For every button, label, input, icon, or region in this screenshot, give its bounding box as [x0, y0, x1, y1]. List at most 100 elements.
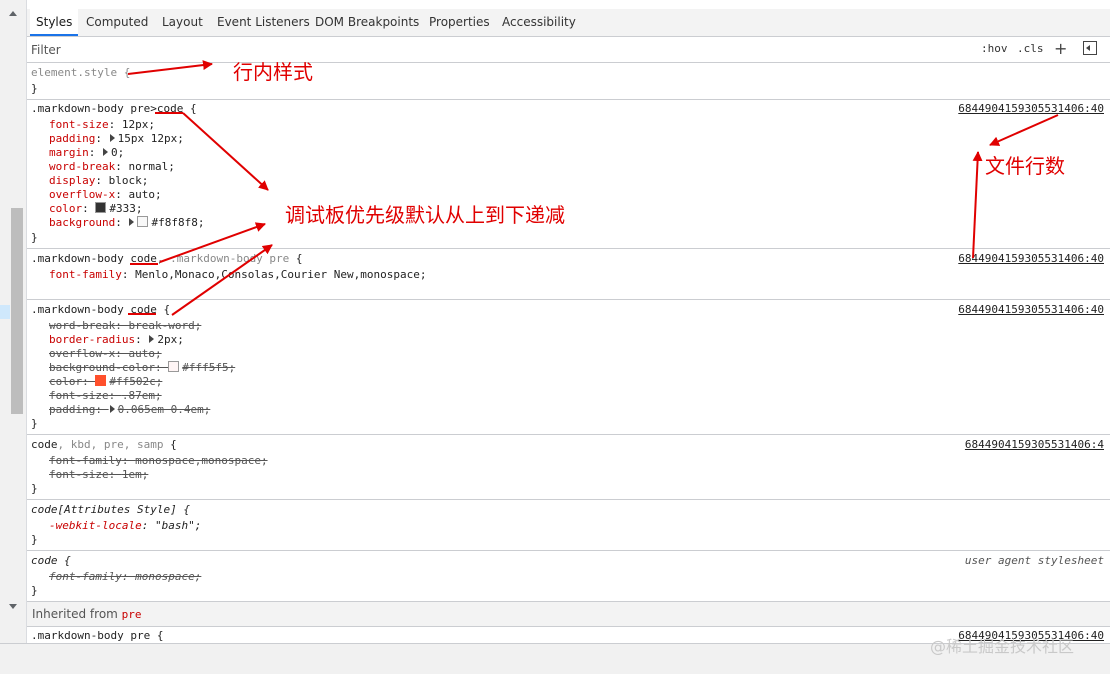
css-property[interactable]: background: #f8f8f8;	[49, 216, 204, 229]
property-value: 15px 12px;	[117, 132, 184, 145]
inherited-from-header: Inherited from pre	[27, 602, 1110, 627]
css-property[interactable]: display: block;	[49, 174, 148, 187]
css-property[interactable]: font-family: Menlo,Monaco,Consolas,Couri…	[49, 268, 427, 281]
rule-markdown-code: .markdown-body code { 684490415930553140…	[27, 300, 1110, 435]
element-style-selector[interactable]: element.style {	[31, 66, 130, 79]
css-property-overridden[interactable]: padding: 0.065em 0.4em;	[49, 403, 210, 416]
tab-layout[interactable]: Layout	[162, 9, 203, 36]
property-value: "bash";	[154, 519, 202, 532]
property-name: padding	[49, 132, 96, 145]
color-swatch[interactable]	[95, 375, 107, 386]
property-value: break-word;	[128, 319, 202, 332]
selector-part: code	[31, 438, 58, 451]
css-property[interactable]: margin: 0;	[49, 146, 124, 159]
css-property-overridden[interactable]: overflow-x: auto;	[49, 347, 162, 360]
selector-part-code: code	[130, 252, 157, 265]
css-property[interactable]: padding: 15px 12px;	[49, 132, 184, 145]
selector-part: {	[183, 102, 197, 115]
property-value: 0;	[111, 146, 125, 159]
expand-triangle-icon[interactable]	[149, 335, 155, 343]
color-swatch[interactable]	[168, 361, 180, 372]
property-value: 0.065em 0.4em;	[117, 403, 211, 416]
rule-selector[interactable]: .markdown-body code {	[31, 303, 170, 316]
source-link[interactable]: 6844904159305531406:40	[958, 252, 1104, 265]
property-value: normal;	[128, 160, 175, 173]
inherited-label: Inherited from	[32, 607, 122, 621]
css-property-overridden[interactable]: font-size: 1em;	[49, 468, 148, 481]
selector-part-code: code	[130, 303, 157, 316]
rule-selector[interactable]: code[Attributes Style] {	[31, 503, 190, 516]
rule-element-style: element.style { }	[27, 63, 1110, 100]
rule-selector[interactable]: element.style {	[31, 66, 130, 79]
styles-pane-tabbar: Styles Computed Layout Event Listeners D…	[27, 9, 1110, 37]
tab-event-listeners[interactable]: Event Listeners	[217, 9, 310, 36]
css-property-overridden[interactable]: background-color: #fff5f5;	[49, 361, 235, 374]
css-property-overridden[interactable]: font-family: monospace;	[49, 570, 201, 583]
rule-close-brace: }	[31, 417, 38, 430]
tab-properties[interactable]: Properties	[429, 9, 490, 36]
css-property[interactable]: overflow-x: auto;	[49, 188, 162, 201]
selector-part: .markdown-body pre>	[31, 102, 157, 115]
selector-part-nonmatching: , kbd, pre, samp	[57, 438, 164, 451]
scroll-down-arrow-icon[interactable]	[9, 604, 17, 609]
toggle-sidebar-icon[interactable]	[1083, 41, 1097, 55]
css-property-overridden[interactable]: word-break: break-word;	[49, 319, 201, 332]
inherited-element-link[interactable]: pre	[122, 608, 142, 621]
property-name: font-family	[49, 570, 122, 583]
tab-computed[interactable]: Computed	[86, 9, 148, 36]
hover-state-toggle[interactable]: :hov	[981, 42, 1008, 55]
class-toggle[interactable]: .cls	[1017, 42, 1044, 55]
property-value: Menlo,Monaco,Consolas,Courier New,monosp…	[135, 268, 427, 281]
property-name: word-break	[49, 319, 116, 332]
property-name: font-size	[49, 118, 109, 131]
tab-accessibility[interactable]: Accessibility	[502, 9, 576, 36]
css-property-overridden[interactable]: color: #ff502c;	[49, 375, 162, 388]
property-value: monospace;	[135, 570, 202, 583]
css-property[interactable]: border-radius: 2px;	[49, 333, 184, 346]
expand-triangle-icon[interactable]	[129, 218, 135, 226]
selector-part: .markdown-body	[31, 303, 131, 316]
rule-selector[interactable]: .markdown-body code, .markdown-body pre …	[31, 252, 303, 265]
property-name: background-color	[49, 361, 155, 374]
expand-triangle-icon[interactable]	[103, 148, 108, 156]
property-name: font-family	[49, 454, 122, 467]
rule-selector[interactable]: code {	[31, 554, 71, 567]
left-scrollbar[interactable]	[0, 0, 27, 673]
rule-close-brace: }	[31, 482, 38, 495]
rule-selector[interactable]: code, kbd, pre, samp {	[31, 438, 177, 451]
scrollbar-thumb[interactable]	[11, 208, 23, 414]
property-name: font-size	[49, 389, 109, 402]
expand-triangle-icon[interactable]	[109, 134, 115, 142]
css-property-overridden[interactable]: font-family: monospace,monospace;	[49, 454, 268, 467]
source-link[interactable]: 6844904159305531406:40	[958, 303, 1104, 316]
css-property[interactable]: -webkit-locale: "bash";	[49, 519, 201, 532]
scroll-up-arrow-icon[interactable]	[9, 11, 17, 16]
css-property-overridden[interactable]: font-size: .87em;	[49, 389, 162, 402]
selected-node-indicator	[0, 305, 10, 319]
property-value: 2px;	[157, 333, 184, 346]
property-value: #333;	[109, 202, 143, 215]
filter-input[interactable]	[29, 40, 973, 60]
property-name: border-radius	[49, 333, 136, 346]
rule-selector[interactable]: .markdown-body pre>code {	[31, 102, 197, 115]
new-style-rule-plus-icon[interactable]: +	[1054, 39, 1067, 58]
rule-attributes-style: code[Attributes Style] { -webkit-locale:…	[27, 500, 1110, 551]
color-swatch[interactable]	[95, 202, 107, 213]
rule-markdown-pre-code: .markdown-body pre>code { 68449041593055…	[27, 100, 1110, 249]
property-name: display	[49, 174, 96, 187]
css-property[interactable]: word-break: normal;	[49, 160, 175, 173]
rule-selector[interactable]: .markdown-body pre {	[31, 629, 163, 642]
selector-part: {	[156, 303, 171, 316]
source-link[interactable]: 6844904159305531406:40	[958, 102, 1104, 115]
property-name: margin	[49, 146, 89, 159]
expand-triangle-icon[interactable]	[109, 405, 115, 413]
color-swatch[interactable]	[137, 216, 149, 227]
source-link[interactable]: 6844904159305531406:4	[965, 438, 1104, 451]
property-name: word-break	[49, 160, 116, 173]
property-name: overflow-x	[49, 347, 116, 360]
tab-dom-breakpoints[interactable]: DOM Breakpoints	[315, 9, 419, 36]
filter-bar: :hov .cls +	[27, 37, 1110, 63]
tab-styles[interactable]: Styles	[30, 9, 79, 36]
css-property[interactable]: color: #333;	[49, 202, 143, 215]
css-property[interactable]: font-size: 12px;	[49, 118, 155, 131]
